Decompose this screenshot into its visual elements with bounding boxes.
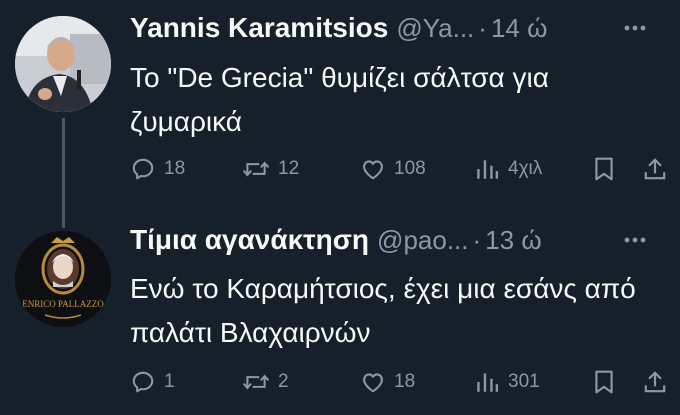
display-name[interactable]: Yannis Karamitsios bbox=[130, 12, 388, 44]
tweet[interactable]: ENRICO PALLAZZO Τίμια αγανάκτηση @pao...… bbox=[0, 205, 680, 415]
separator-dot: · bbox=[478, 12, 487, 43]
retweet-count: 12 bbox=[278, 158, 300, 179]
timestamp[interactable]: 13 ώ bbox=[485, 225, 541, 256]
like-icon bbox=[363, 160, 383, 180]
user-handle[interactable]: @pao... bbox=[377, 225, 468, 256]
tweet-header: Yannis Karamitsios @Ya... · 14 ώ bbox=[130, 10, 670, 46]
bookmark-button[interactable] bbox=[592, 365, 616, 399]
retweet-button[interactable]: 2 bbox=[242, 365, 289, 399]
views-icon bbox=[477, 160, 499, 179]
reply-count: 1 bbox=[164, 371, 175, 392]
share-button[interactable] bbox=[642, 152, 668, 186]
more-icon[interactable] bbox=[624, 237, 646, 243]
tweet-text: Ενώ το Καραμήτσιος, έχει μια εσάνς από π… bbox=[130, 273, 636, 348]
views-icon bbox=[477, 373, 499, 392]
like-button[interactable]: 108 bbox=[360, 152, 426, 186]
bookmark-button[interactable] bbox=[592, 152, 616, 186]
like-icon bbox=[363, 373, 383, 393]
tweet[interactable]: Yannis Karamitsios @Ya... · 14 ώ Το "De … bbox=[0, 0, 680, 205]
retweet-icon bbox=[242, 374, 270, 390]
view-count: 4χιλ bbox=[508, 158, 543, 179]
share-icon bbox=[644, 158, 666, 180]
reply-button[interactable]: 1 bbox=[130, 365, 175, 399]
bookmark-icon bbox=[595, 157, 613, 181]
user-handle[interactable]: @Ya... bbox=[396, 13, 474, 44]
retweet-button[interactable]: 12 bbox=[242, 152, 299, 186]
display-name[interactable]: Τίμια αγανάκτηση bbox=[130, 224, 369, 256]
avatar-logo: ENRICO PALLAZZO bbox=[15, 231, 111, 327]
views-button[interactable]: 301 bbox=[474, 365, 540, 399]
tweet-header: Τίμια αγανάκτηση @pao... · 13 ώ bbox=[130, 222, 670, 258]
reply-icon bbox=[132, 158, 154, 180]
tweet-text: Το "De Grecia" θυμίζει σάλτσα για ζυμαρι… bbox=[130, 62, 549, 137]
like-button[interactable]: 18 bbox=[360, 365, 415, 399]
avatar[interactable]: ENRICO PALLAZZO bbox=[15, 231, 111, 327]
avatar-logo-text: ENRICO PALLAZZO bbox=[22, 299, 104, 309]
timestamp[interactable]: 14 ώ bbox=[491, 13, 547, 44]
bookmark-icon bbox=[595, 370, 613, 394]
views-button[interactable]: 4χιλ bbox=[474, 152, 542, 186]
retweet-icon bbox=[242, 161, 270, 177]
reply-count: 18 bbox=[164, 158, 186, 179]
reply-button[interactable]: 18 bbox=[130, 152, 185, 186]
separator-dot: · bbox=[472, 224, 482, 255]
avatar-photo bbox=[15, 16, 111, 112]
share-icon bbox=[644, 371, 666, 393]
tweet-actions: 1 2 18 301 bbox=[130, 365, 680, 399]
retweet-count: 2 bbox=[278, 371, 289, 392]
view-count: 301 bbox=[508, 371, 540, 392]
tweet-actions: 18 12 108 4χιλ bbox=[130, 152, 680, 186]
like-count: 18 bbox=[394, 371, 416, 392]
like-count: 108 bbox=[394, 158, 426, 179]
avatar[interactable] bbox=[15, 16, 111, 112]
share-button[interactable] bbox=[642, 365, 668, 399]
more-icon[interactable] bbox=[624, 25, 646, 31]
reply-icon bbox=[132, 371, 154, 393]
